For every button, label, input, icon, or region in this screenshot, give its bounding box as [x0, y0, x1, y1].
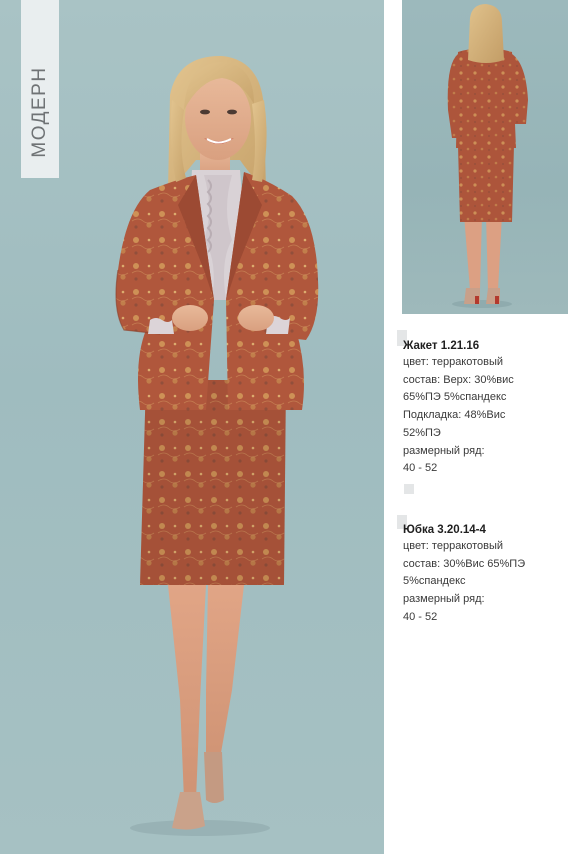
product-size-range: 40 - 52 — [403, 610, 438, 623]
product-lining-cont: 52%ПЭ — [403, 426, 441, 439]
product-title: Жакет 1.21.16 — [403, 340, 480, 352]
product-skirt: Юбка 3.20.14-4 цвет: терракотовый состав… — [403, 523, 565, 627]
product-size-label: размерный ряд: — [403, 593, 485, 606]
product-size-range: 40 - 52 — [403, 462, 438, 475]
product-composition-cont: 5%спандекс — [403, 575, 466, 588]
product-color: цвет: терракотовый — [403, 356, 504, 368]
product-lining: Подкладка: 48%Вис — [403, 409, 506, 422]
text-marker — [404, 484, 414, 494]
product-composition-cont: 65%ПЭ 5%спандекс — [403, 391, 507, 404]
collection-label-box: МОДЕРН — [21, 0, 59, 178]
model-back-illustration — [447, 4, 528, 308]
model-back-photo — [402, 0, 568, 314]
collection-label: МОДЕРН — [29, 66, 50, 158]
product-title: Юбка 3.20.14-4 — [403, 524, 486, 536]
model-front-photo: МОДЕРН — [0, 0, 384, 854]
product-jacket: Жакет 1.21.16 цвет: терракотовый состав:… — [403, 339, 565, 478]
product-color: цвет: терракотовый — [403, 540, 504, 552]
catalog-page: МОДЕРН Жакет 1.21.16 цвет: терракотовый … — [0, 0, 568, 854]
product-size-label: размерный ряд: — [403, 444, 485, 457]
product-composition: состав: 30%Вис 65%ПЭ — [403, 557, 526, 570]
product-composition: состав: Верх: 30%вис — [403, 373, 514, 386]
